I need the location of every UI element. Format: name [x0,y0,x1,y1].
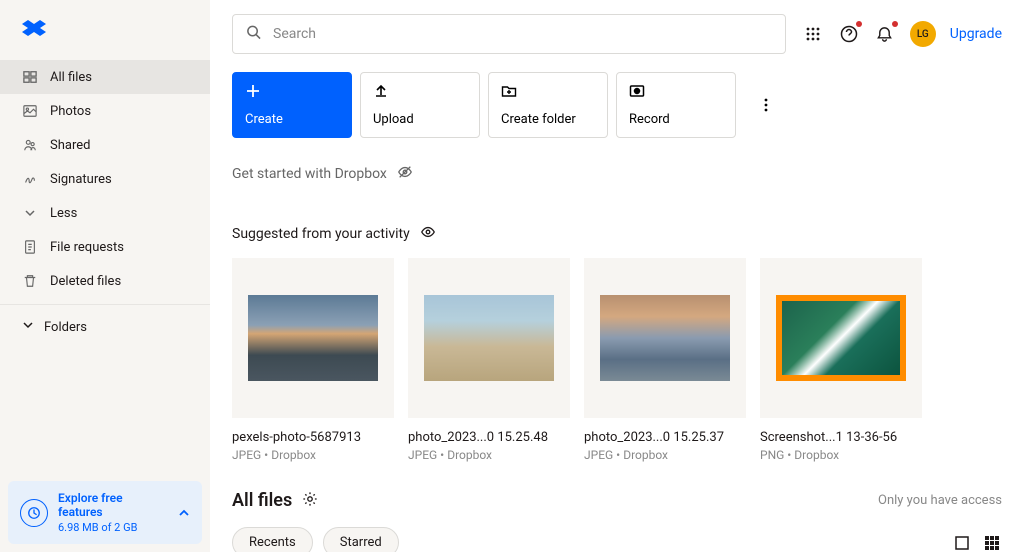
create-folder-button[interactable]: Create folder [488,72,608,138]
sidebar-item-label: Signatures [50,172,112,187]
create-folder-label: Create folder [501,112,595,127]
sidebar-item-all-files[interactable]: All files [0,60,210,94]
allfiles-title: All files [232,490,292,511]
folders-label: Folders [44,320,87,335]
file-card[interactable]: photo_2023...0 15.25.48 JPEG • Dropbox [408,258,570,462]
sidebar-item-file-requests[interactable]: File requests [0,230,210,264]
folder-plus-icon [501,83,517,99]
eye-icon[interactable] [420,224,436,244]
record-button[interactable]: Record [616,72,736,138]
storage-text: Explore free features 6.98 MB of 2 GB [58,491,168,534]
signatures-icon [22,171,38,187]
suggested-grid: pexels-photo-5687913 JPEG • Dropbox phot… [232,258,1002,462]
file-thumbnail [584,258,746,418]
search-wrap [232,14,786,54]
storage-icon [20,499,48,527]
suggested-row: Suggested from your activity [232,224,1002,244]
folders-header[interactable]: Folders [0,305,210,349]
get-started-label: Get started with Dropbox [232,166,387,182]
sidebar-item-label: All files [50,70,92,85]
sidebar-item-signatures[interactable]: Signatures [0,162,210,196]
sidebar-item-label: Less [50,206,77,221]
badge-dot [892,21,898,27]
sidebar-item-label: Shared [50,138,90,153]
storage-title: Explore free features [58,491,168,519]
storage-box[interactable]: Explore free features 6.98 MB of 2 GB [8,481,202,544]
photos-icon [22,103,38,119]
gear-icon[interactable] [302,491,318,511]
create-label: Create [245,112,339,127]
topbar: LG Upgrade [232,0,1002,68]
plus-icon [245,83,261,99]
file-name: photo_2023...0 15.25.37 [584,430,746,445]
file-name: photo_2023...0 15.25.48 [408,430,570,445]
eye-off-icon[interactable] [397,164,413,184]
filter-row: Recents Starred [232,527,1002,552]
file-meta: JPEG • Dropbox [584,448,746,462]
top-actions: LG Upgrade [802,21,1002,47]
file-meta: JPEG • Dropbox [232,448,394,462]
access-text: Only you have access [878,493,1002,508]
file-thumbnail [408,258,570,418]
allfiles-header: All files Only you have access [232,490,1002,511]
chevron-up-icon [178,503,190,522]
shared-icon [22,137,38,153]
file-name: pexels-photo-5687913 [232,430,394,445]
avatar[interactable]: LG [910,21,936,47]
badge-dot [856,21,862,27]
create-button[interactable]: Create [232,72,352,138]
suggested-label: Suggested from your activity [232,226,410,242]
bell-icon[interactable] [874,23,896,45]
chevron-down-icon [22,319,34,335]
main-content: LG Upgrade Create Upload Create folder R… [210,0,1024,552]
file-thumbnail [760,258,922,418]
sidebar-item-label: Deleted files [50,274,121,289]
allfiles-icon [22,69,38,85]
dropbox-logo-icon[interactable] [22,27,46,46]
sidebar: All files Photos Shared Signatures Less … [0,0,210,552]
record-label: Record [629,112,723,127]
chevron-down-icon [22,205,38,221]
action-row: Create Upload Create folder Record [232,72,1002,138]
file-card[interactable]: photo_2023...0 15.25.37 JPEG • Dropbox [584,258,746,462]
sidebar-item-shared[interactable]: Shared [0,128,210,162]
storage-subtitle: 6.98 MB of 2 GB [58,521,168,534]
more-vertical-icon[interactable] [756,95,776,115]
file-meta: PNG • Dropbox [760,448,922,462]
search-input[interactable] [232,14,786,54]
sidebar-item-label: File requests [50,240,124,255]
upload-icon [373,83,389,99]
view-toggles [952,533,1002,552]
nav-list: All files Photos Shared Signatures Less … [0,60,210,298]
chip-starred[interactable]: Starred [323,527,399,552]
sidebar-item-less[interactable]: Less [0,196,210,230]
chip-recents[interactable]: Recents [232,527,313,552]
upload-button[interactable]: Upload [360,72,480,138]
sidebar-item-label: Photos [50,104,91,119]
help-icon[interactable] [838,23,860,45]
record-icon [629,83,645,99]
apps-icon[interactable] [802,23,824,45]
list-view-icon[interactable] [952,533,972,552]
deleted-icon [22,273,38,289]
sidebar-item-photos[interactable]: Photos [0,94,210,128]
sidebar-item-deleted[interactable]: Deleted files [0,264,210,298]
file-thumbnail [232,258,394,418]
upgrade-link[interactable]: Upgrade [950,26,1002,42]
upload-label: Upload [373,112,467,127]
file-name: Screenshot...1 13-36-56 [760,430,922,445]
file-card[interactable]: pexels-photo-5687913 JPEG • Dropbox [232,258,394,462]
grid-view-icon[interactable] [982,533,1002,552]
file-meta: JPEG • Dropbox [408,448,570,462]
logo-area [0,0,210,60]
search-icon [246,25,261,44]
get-started-row: Get started with Dropbox [232,164,1002,184]
file-requests-icon [22,239,38,255]
file-card[interactable]: Screenshot...1 13-36-56 PNG • Dropbox [760,258,922,462]
